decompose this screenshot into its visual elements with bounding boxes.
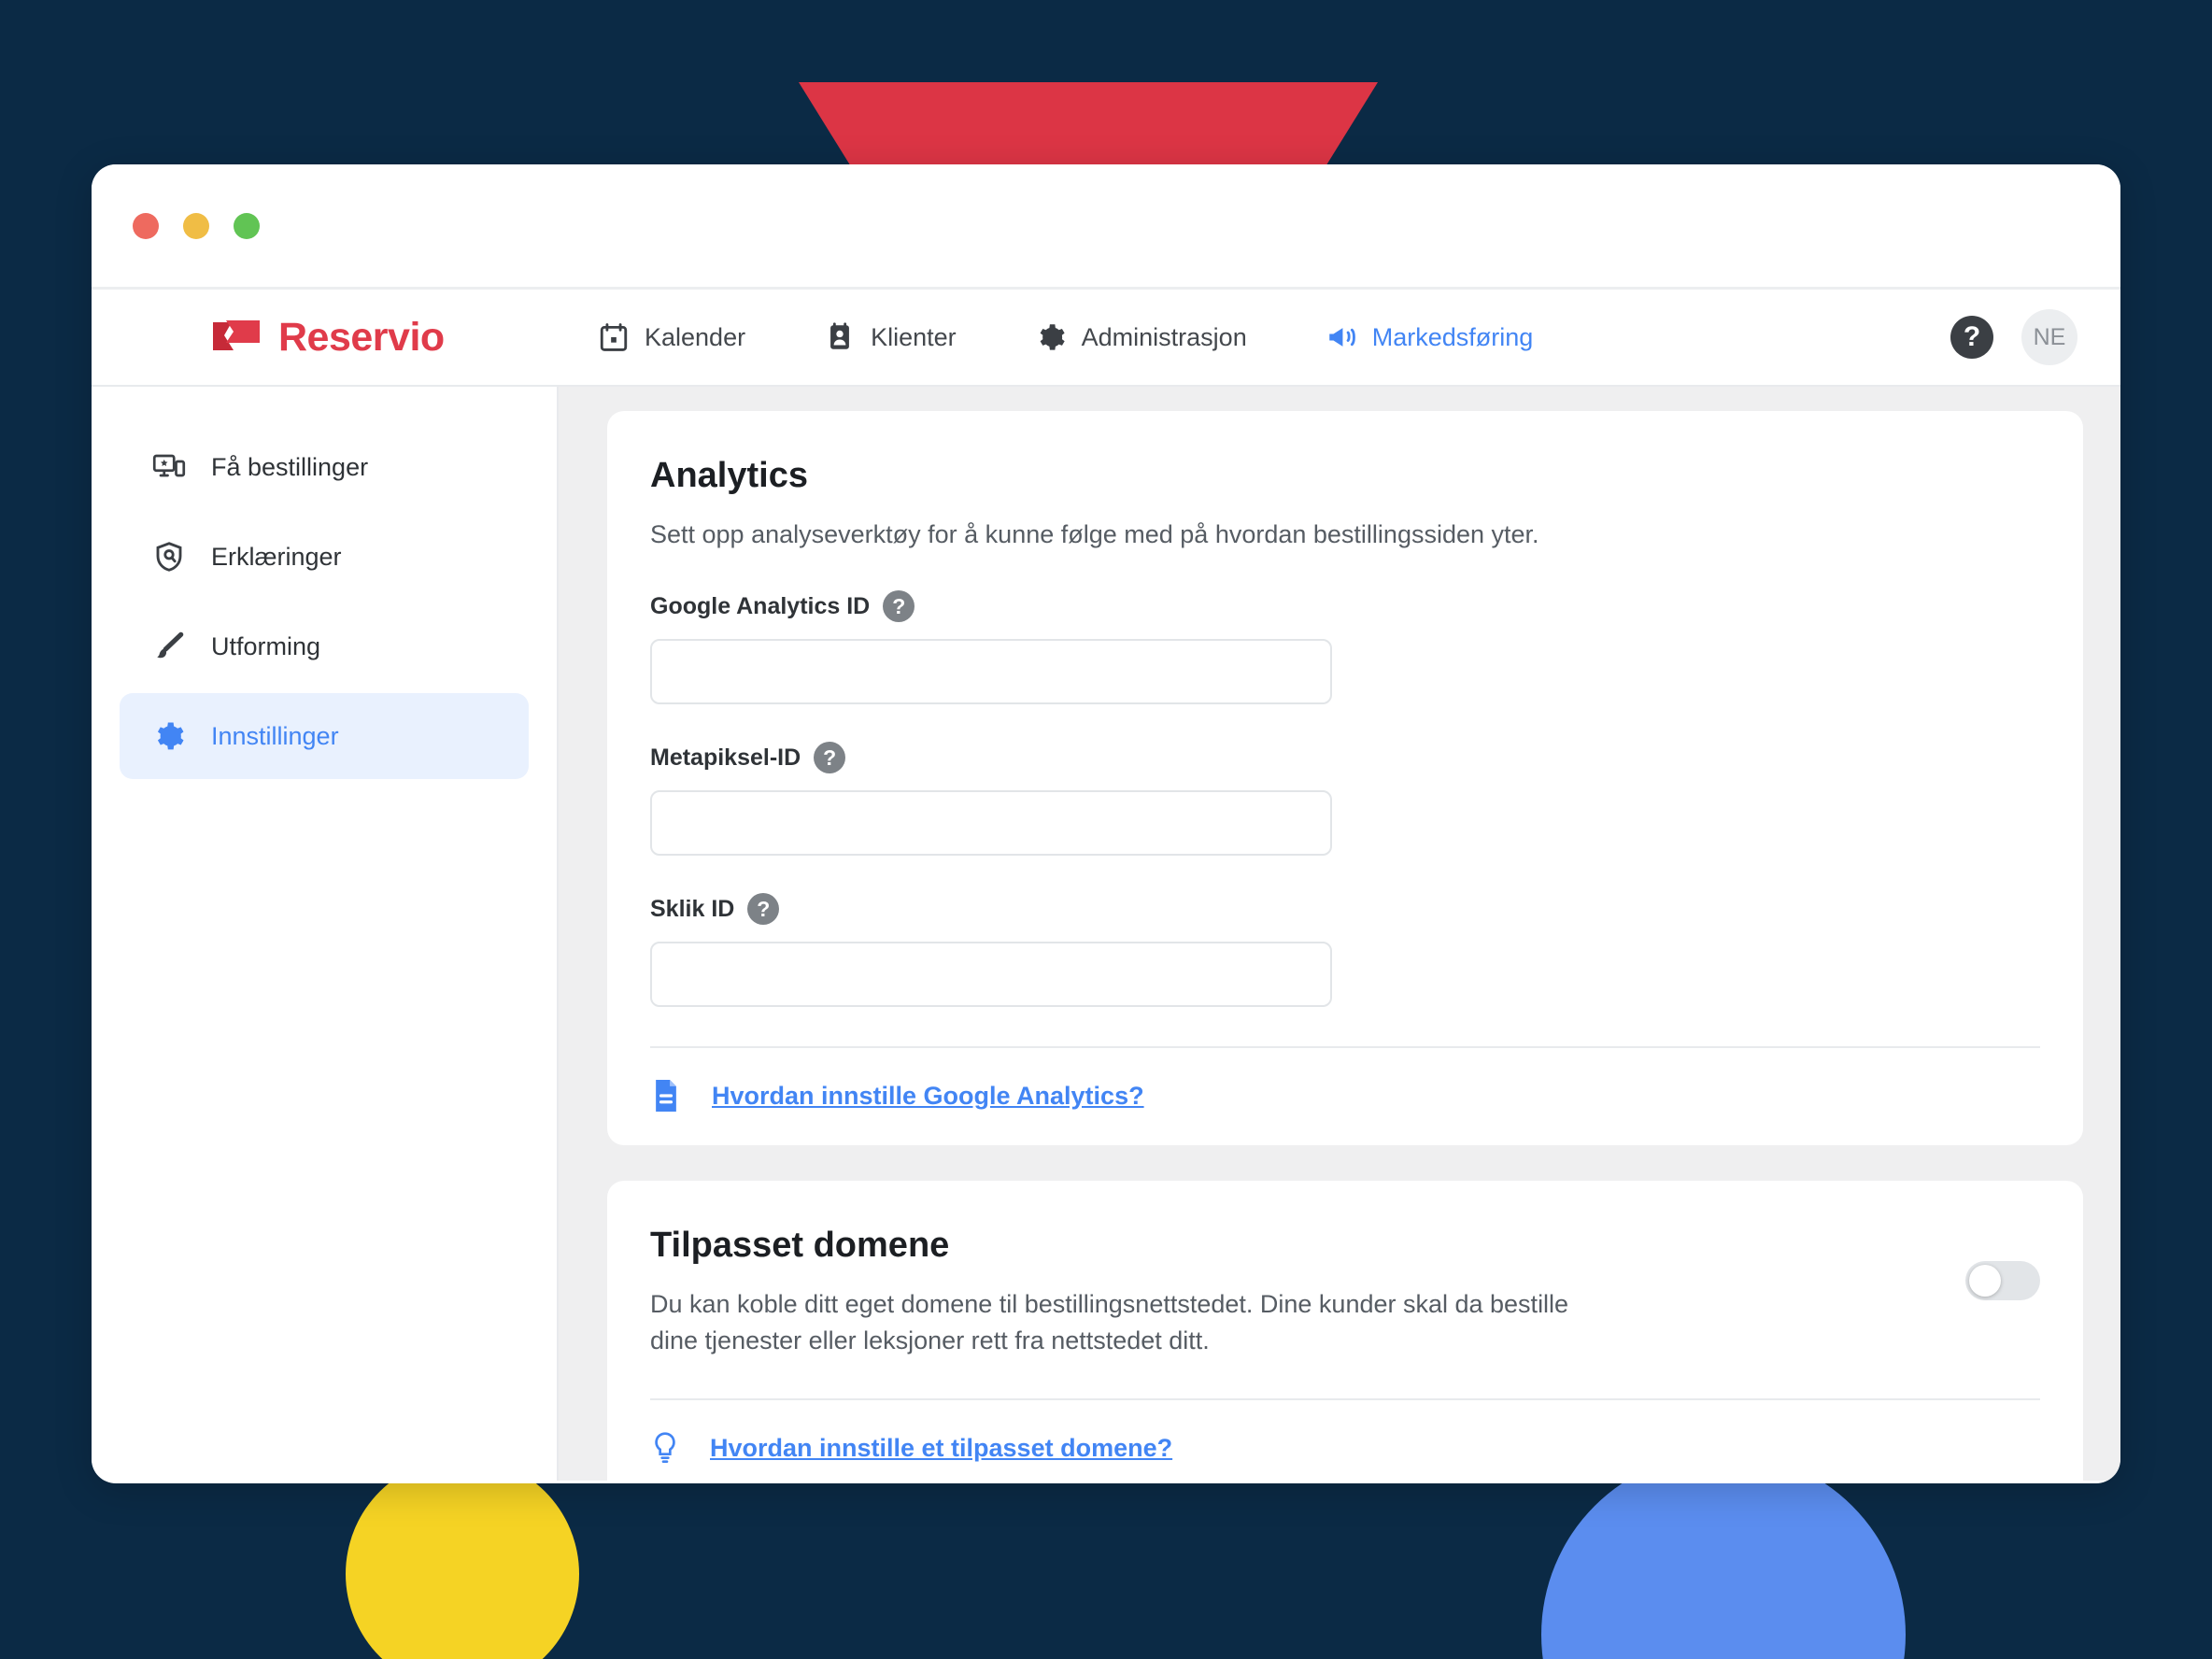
shield-icon: [151, 539, 187, 574]
megaphone-icon: [1326, 321, 1357, 353]
brush-icon: [151, 629, 187, 664]
nav-item-administrasjon[interactable]: Administrasjon: [996, 321, 1286, 353]
custom-domain-title: Tilpasset domene: [650, 1226, 1909, 1266]
gear-icon: [151, 718, 187, 754]
google-analytics-id-input[interactable]: [650, 639, 1332, 704]
nav-item-label: Administrasjon: [1082, 323, 1247, 352]
field-sklik-id: Sklik ID ?: [650, 893, 2040, 1007]
sidebar-item-label: Erklæringer: [211, 543, 342, 572]
help-icon[interactable]: ?: [747, 893, 779, 925]
nav-item-kalender[interactable]: Kalender: [559, 321, 785, 353]
help-icon[interactable]: ?: [883, 590, 915, 622]
contact-card-icon: [824, 321, 856, 353]
custom-domain-toggle-row: Tilpasset domene Du kan koble ditt eget …: [650, 1226, 2040, 1359]
app-shell: Reservio Kalender: [92, 290, 2120, 1481]
analytics-description: Sett opp analyseverktøy for å kunne følg…: [650, 517, 2040, 553]
nav-item-label: Kalender: [645, 323, 745, 352]
app-logo[interactable]: Reservio: [120, 315, 559, 361]
field-label-text: Google Analytics ID: [650, 593, 870, 620]
sidebar-item-fa-bestillinger[interactable]: Få bestillinger: [120, 424, 529, 510]
avatar[interactable]: NE: [2021, 309, 2077, 365]
field-label: Sklik ID ?: [650, 893, 2040, 925]
devices-icon: [151, 449, 187, 485]
nav-item-label: Markedsføring: [1372, 323, 1534, 352]
window-maximize-button[interactable]: [234, 213, 260, 239]
sidebar-item-label: Utforming: [211, 632, 320, 661]
help-icon[interactable]: ?: [1950, 316, 1993, 359]
analytics-card-footer: Hvordan innstille Google Analytics?: [650, 1046, 2040, 1145]
analytics-title: Analytics: [650, 456, 2040, 496]
calendar-icon: [598, 321, 630, 353]
yellow-circle-shape: [346, 1457, 579, 1659]
sidebar: Få bestillinger Erklæringer: [92, 387, 559, 1481]
analytics-card: Analytics Sett opp analyseverktøy for å …: [607, 411, 2083, 1145]
how-to-setup-google-analytics-link[interactable]: Hvordan innstille Google Analytics?: [712, 1082, 1144, 1111]
browser-window: Reservio Kalender: [92, 164, 2120, 1483]
custom-domain-toggle[interactable]: [1965, 1261, 2040, 1300]
metapixel-id-input[interactable]: [650, 790, 1332, 856]
top-navigation: Reservio Kalender: [92, 290, 2120, 387]
sklik-id-input[interactable]: [650, 942, 1332, 1007]
sidebar-item-innstillinger[interactable]: Innstillinger: [120, 693, 529, 779]
field-label-text: Sklik ID: [650, 896, 734, 923]
field-label: Metapiksel-ID ?: [650, 742, 2040, 773]
window-close-button[interactable]: [133, 213, 159, 239]
lightbulb-icon: [650, 1430, 680, 1466]
sidebar-item-utforming[interactable]: Utforming: [120, 603, 529, 689]
how-to-setup-custom-domain-link[interactable]: Hvordan innstille et tilpasset domene?: [710, 1434, 1172, 1463]
nav-item-label: Klienter: [871, 323, 957, 352]
nav-item-markedsforing[interactable]: Markedsføring: [1286, 321, 1573, 353]
nav-item-klienter[interactable]: Klienter: [785, 321, 996, 353]
logo-text: Reservio: [278, 315, 445, 361]
content-area: Analytics Sett opp analyseverktøy for å …: [559, 387, 2120, 1481]
custom-domain-texts: Tilpasset domene Du kan koble ditt eget …: [650, 1226, 1965, 1359]
body-row: Få bestillinger Erklæringer: [92, 387, 2120, 1481]
window-titlebar: [92, 164, 2120, 290]
field-label-text: Metapiksel-ID: [650, 744, 801, 772]
custom-domain-card-footer: Hvordan innstille et tilpasset domene?: [650, 1398, 2040, 1481]
blue-circle-shape: [1541, 1453, 1906, 1659]
custom-domain-description: Du kan koble ditt eget domene til bestil…: [650, 1286, 1603, 1359]
nav-items: Kalender Klienter Administrasjon: [559, 321, 1572, 353]
nav-right-group: ? NE: [1950, 309, 2077, 365]
field-label: Google Analytics ID ?: [650, 590, 2040, 622]
window-minimize-button[interactable]: [183, 213, 209, 239]
gear-icon: [1035, 321, 1067, 353]
field-metapixel-id: Metapiksel-ID ?: [650, 742, 2040, 856]
document-icon: [650, 1078, 682, 1113]
sidebar-item-erklaeringer[interactable]: Erklæringer: [120, 514, 529, 600]
field-google-analytics-id: Google Analytics ID ?: [650, 590, 2040, 704]
reservio-flag-icon: [213, 319, 262, 356]
sidebar-item-label: Innstillinger: [211, 722, 339, 751]
sidebar-item-label: Få bestillinger: [211, 453, 368, 482]
help-icon[interactable]: ?: [814, 742, 845, 773]
custom-domain-card: Tilpasset domene Du kan koble ditt eget …: [607, 1181, 2083, 1481]
toggle-knob: [1969, 1265, 2001, 1297]
